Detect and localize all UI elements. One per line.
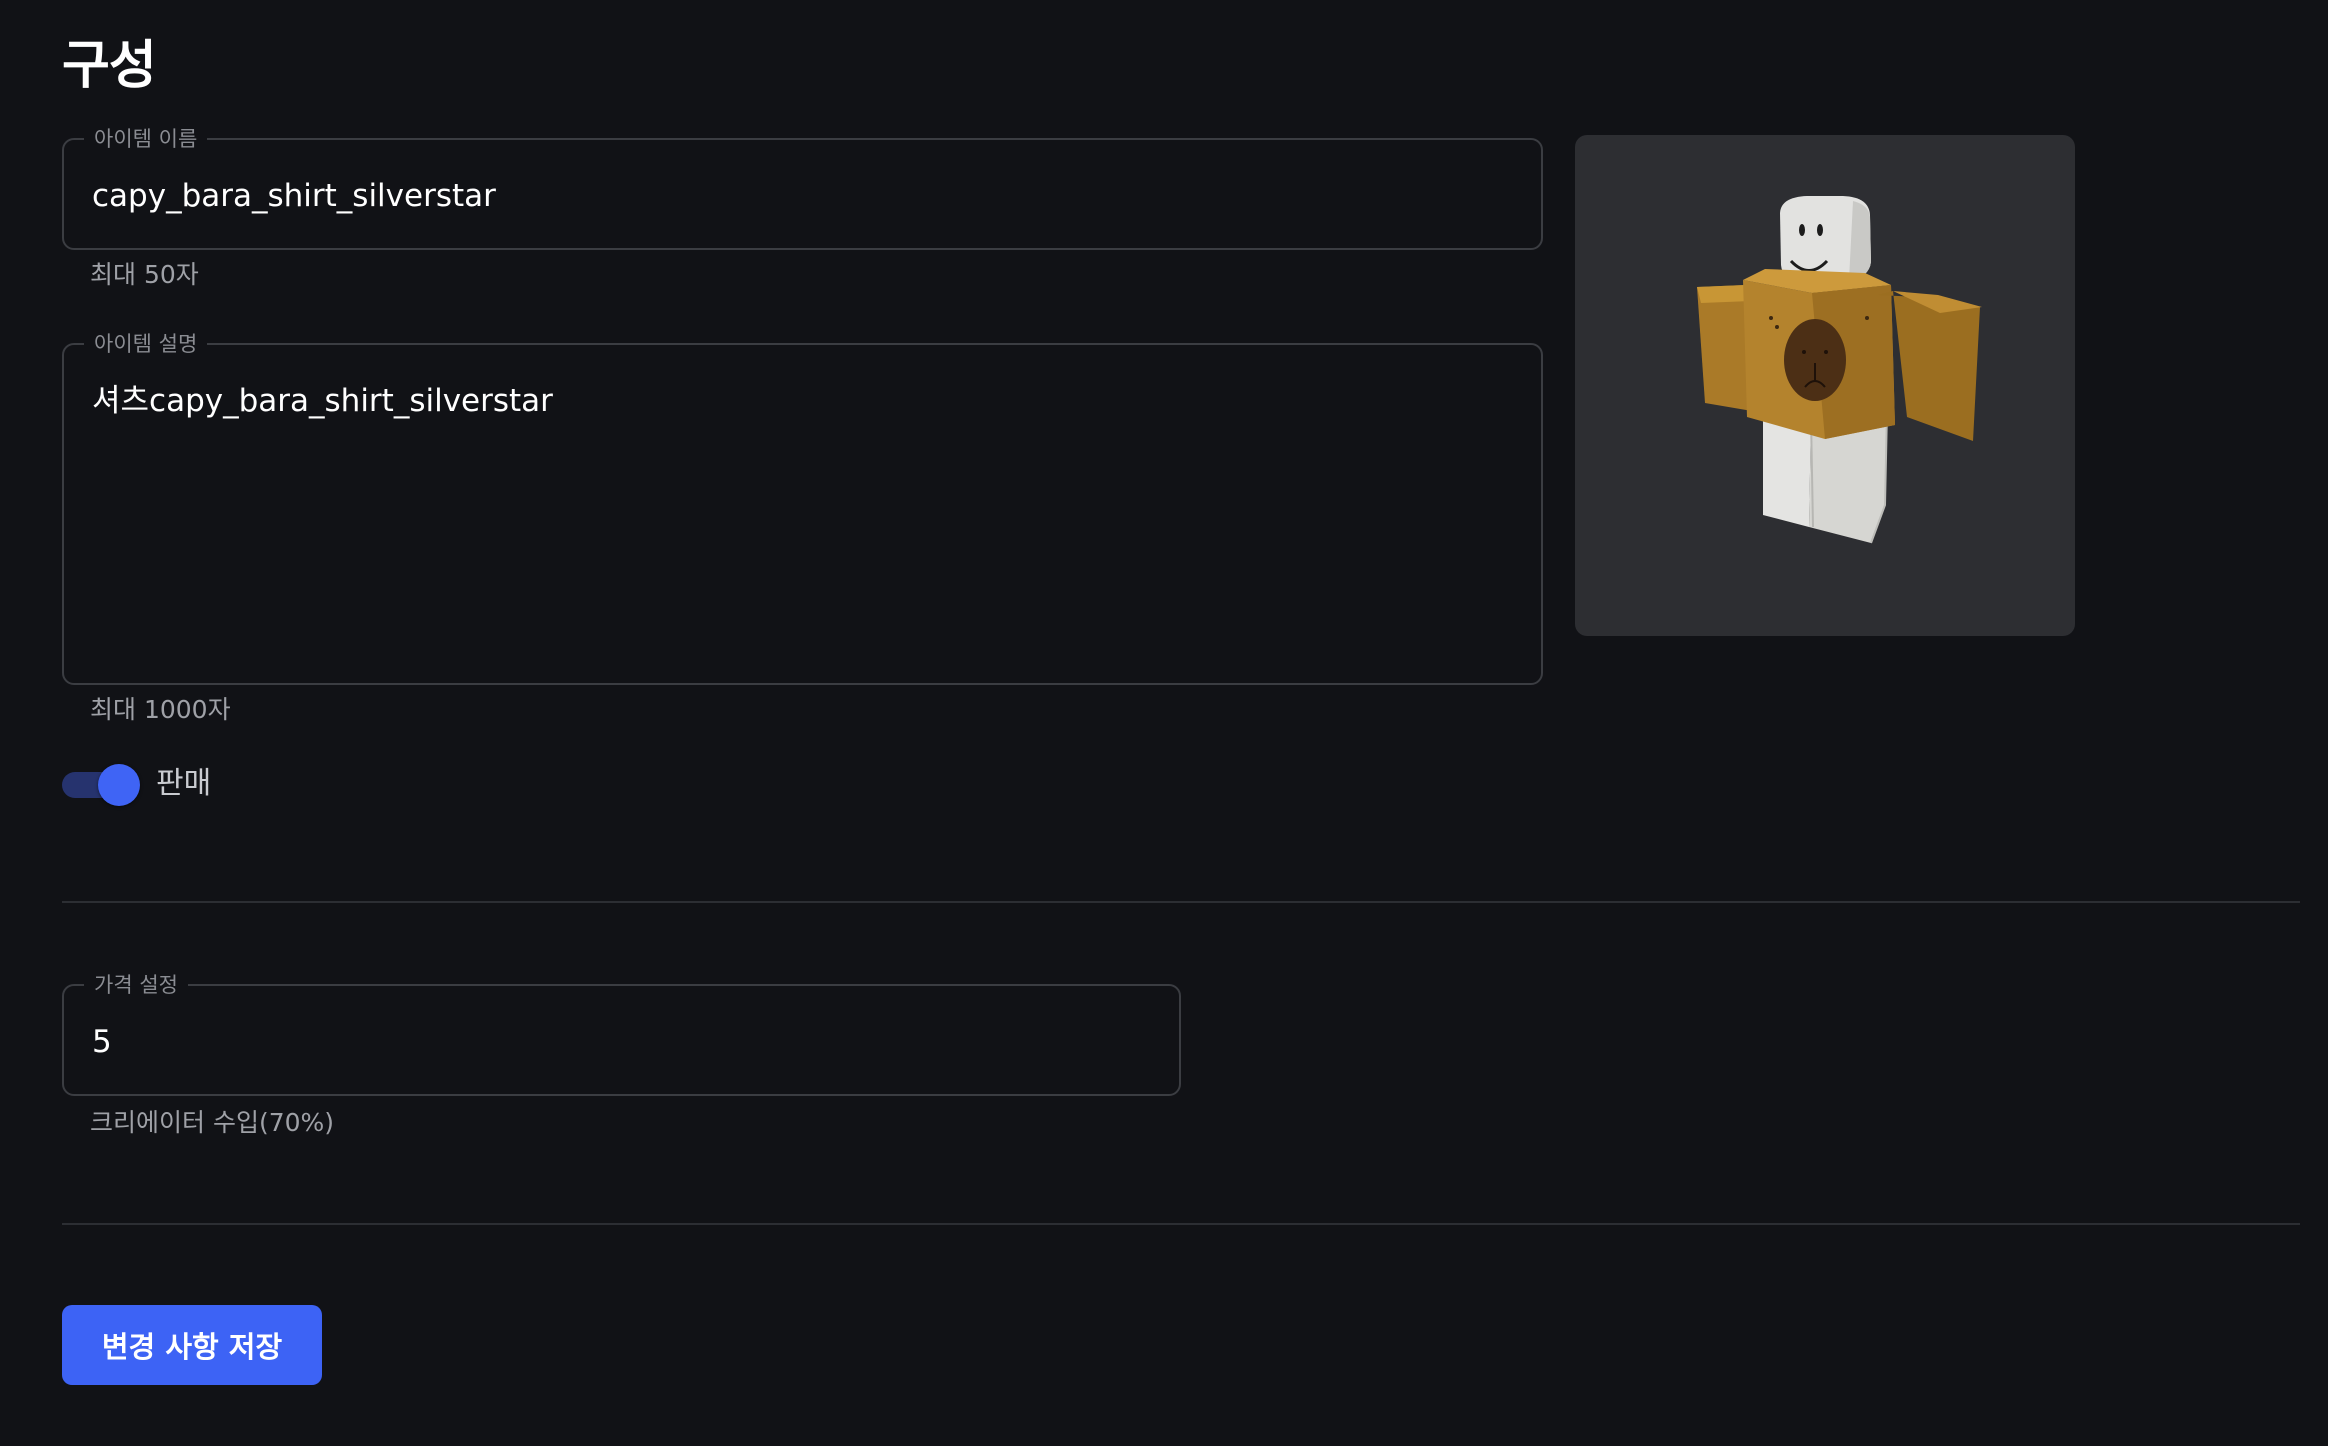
price-label: 가격 설정 [84, 971, 188, 999]
avatar-shirt-preview-image [1697, 196, 1982, 544]
item-description-field[interactable]: 아이템 설명 셔츠capy_bara_shirt_silverstar [62, 330, 1543, 685]
section-divider [62, 901, 2300, 903]
item-name-input[interactable]: capy_bara_shirt_silverstar [92, 176, 1513, 216]
section-divider [62, 1223, 2300, 1225]
save-changes-button[interactable]: 변경 사항 저장 [62, 1305, 322, 1385]
item-description-label: 아이템 설명 [84, 330, 208, 358]
price-input[interactable]: 5 [92, 1022, 1151, 1062]
sale-toggle-label: 판매 [156, 766, 212, 801]
page-title: 구성 [62, 36, 157, 96]
item-name-field[interactable]: 아이템 이름 capy_bara_shirt_silverstar [62, 125, 1543, 250]
toggle-thumb [98, 764, 140, 806]
item-preview [1575, 135, 2075, 636]
item-name-helper: 최대 50자 [90, 260, 199, 289]
item-description-textarea[interactable]: 셔츠capy_bara_shirt_silverstar [92, 381, 1513, 421]
sale-toggle[interactable] [62, 764, 140, 806]
item-description-helper: 최대 1000자 [90, 695, 231, 724]
price-helper: 크리에이터 수입(70%) [90, 1108, 335, 1137]
price-field[interactable]: 가격 설정 5 [62, 971, 1181, 1096]
item-name-label: 아이템 이름 [84, 125, 208, 153]
